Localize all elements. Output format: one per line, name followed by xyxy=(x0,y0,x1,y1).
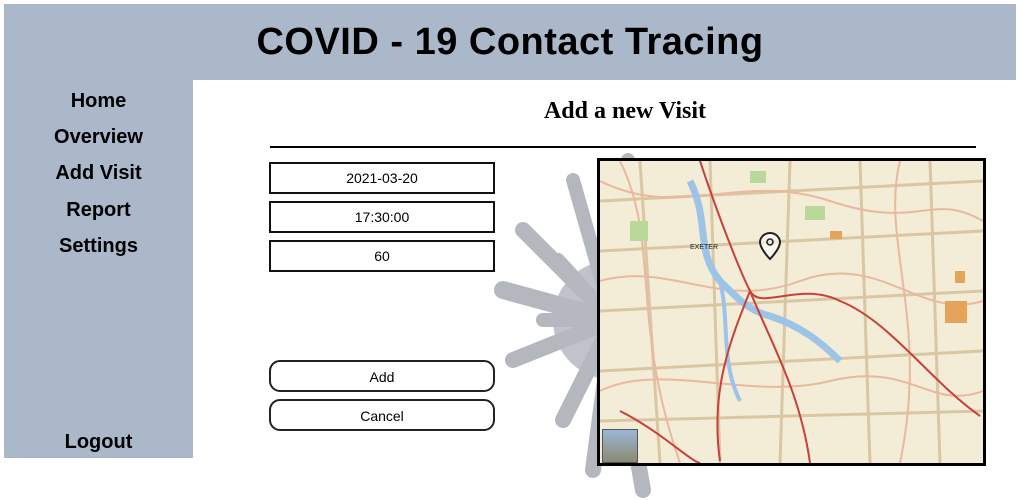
app-title: COVID - 19 Contact Tracing xyxy=(256,20,764,63)
nav-settings[interactable]: Settings xyxy=(4,235,193,258)
map-pin-icon[interactable] xyxy=(758,231,782,261)
sidebar: Home Overview Add Visit Report Settings … xyxy=(4,80,193,458)
cancel-button[interactable]: Cancel xyxy=(269,399,495,431)
map-thumbnail-image[interactable] xyxy=(602,429,638,463)
main-content: Add a new Visit Add Cancel xyxy=(193,80,1016,498)
add-button[interactable]: Add xyxy=(269,360,495,392)
nav-report[interactable]: Report xyxy=(4,199,193,222)
nav-overview[interactable]: Overview xyxy=(4,126,193,149)
nav-logout[interactable]: Logout xyxy=(4,431,193,454)
duration-input[interactable] xyxy=(269,240,495,272)
app-header: COVID - 19 Contact Tracing xyxy=(4,4,1016,80)
nav-home[interactable]: Home xyxy=(4,90,193,113)
nav-add-visit[interactable]: Add Visit xyxy=(4,162,193,185)
location-map[interactable]: EXETER xyxy=(597,158,986,466)
map-street-layer: EXETER xyxy=(600,161,983,463)
map-place-label: EXETER xyxy=(690,244,718,251)
date-input[interactable] xyxy=(269,162,495,194)
page-title: Add a new Visit xyxy=(543,98,707,124)
time-input[interactable] xyxy=(269,201,495,233)
title-divider xyxy=(270,146,976,148)
